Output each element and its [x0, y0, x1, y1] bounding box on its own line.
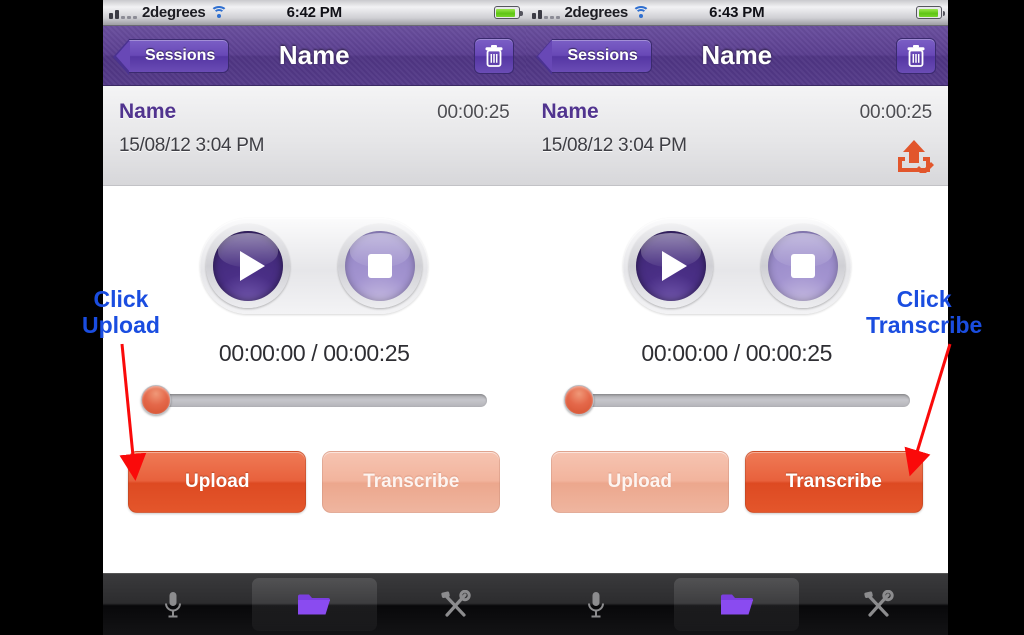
annotation-click-upload-line1: Click: [93, 286, 149, 312]
annotation-click-upload: Click Upload: [82, 286, 160, 338]
annotation-click-upload-line2: Upload: [82, 312, 160, 338]
arrow-to-transcribe: [904, 343, 952, 477]
arrow-to-upload: [119, 343, 147, 481]
screenshot-stage: 2degrees 6:42 PM Sessions Name Name 00:0…: [0, 0, 1024, 635]
annotation-click-transcribe-line1: Click: [896, 286, 952, 312]
annotation-click-transcribe: Click Transcribe: [866, 286, 982, 338]
annotation-click-transcribe-line2: Transcribe: [866, 312, 983, 338]
